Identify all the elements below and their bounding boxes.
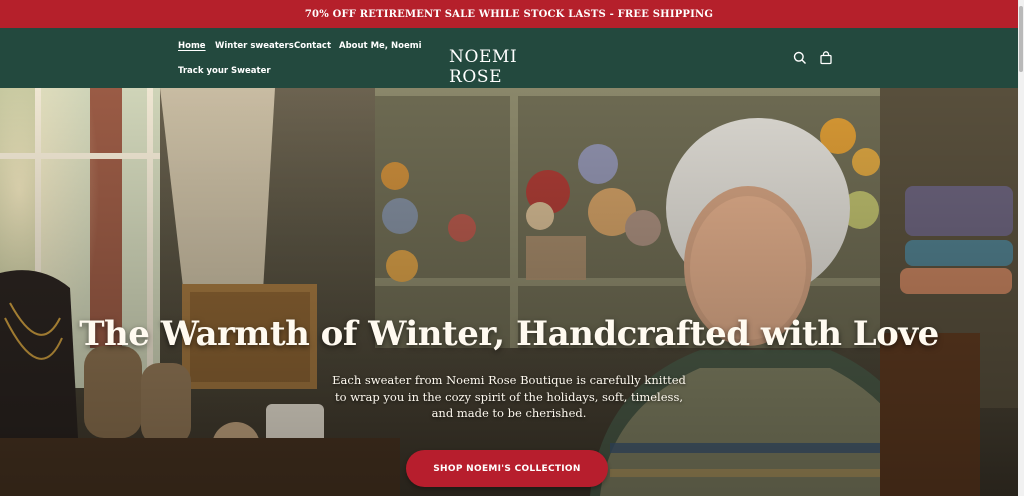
nav-home[interactable]: Home xyxy=(178,41,206,51)
scrollbar-thumb[interactable] xyxy=(1019,6,1023,72)
nav-about-me[interactable]: About Me, Noemi xyxy=(339,41,421,51)
scrollbar[interactable] xyxy=(1018,0,1024,496)
brand-name: NOEMI ROSE xyxy=(449,47,518,87)
cart-icon[interactable] xyxy=(818,50,834,66)
nav-winter-sweaters[interactable]: Winter sweaters xyxy=(215,41,294,51)
brand-logo[interactable]: NOEMI ROSE xyxy=(449,47,569,87)
shop-collection-button[interactable]: SHOP NOEMI'S COLLECTION xyxy=(406,450,608,487)
search-icon[interactable] xyxy=(792,50,808,66)
nav-track-sweater[interactable]: Track your Sweater xyxy=(178,66,271,76)
announcement-text: 70% OFF RETIREMENT SALE WHILE STOCK LAST… xyxy=(304,8,714,20)
announcement-bar: 70% OFF RETIREMENT SALE WHILE STOCK LAST… xyxy=(0,0,1018,28)
site-header: Home Winter sweaters Contact About Me, N… xyxy=(0,28,1018,88)
nav-contact[interactable]: Contact xyxy=(294,41,331,51)
hero-subtitle: Each sweater from Noemi Rose Boutique is… xyxy=(332,373,686,420)
hero-title: The Warmth of Winter, Handcrafted with L… xyxy=(79,314,939,354)
hero-banner: The Warmth of Winter, Handcrafted with L… xyxy=(0,88,1018,496)
